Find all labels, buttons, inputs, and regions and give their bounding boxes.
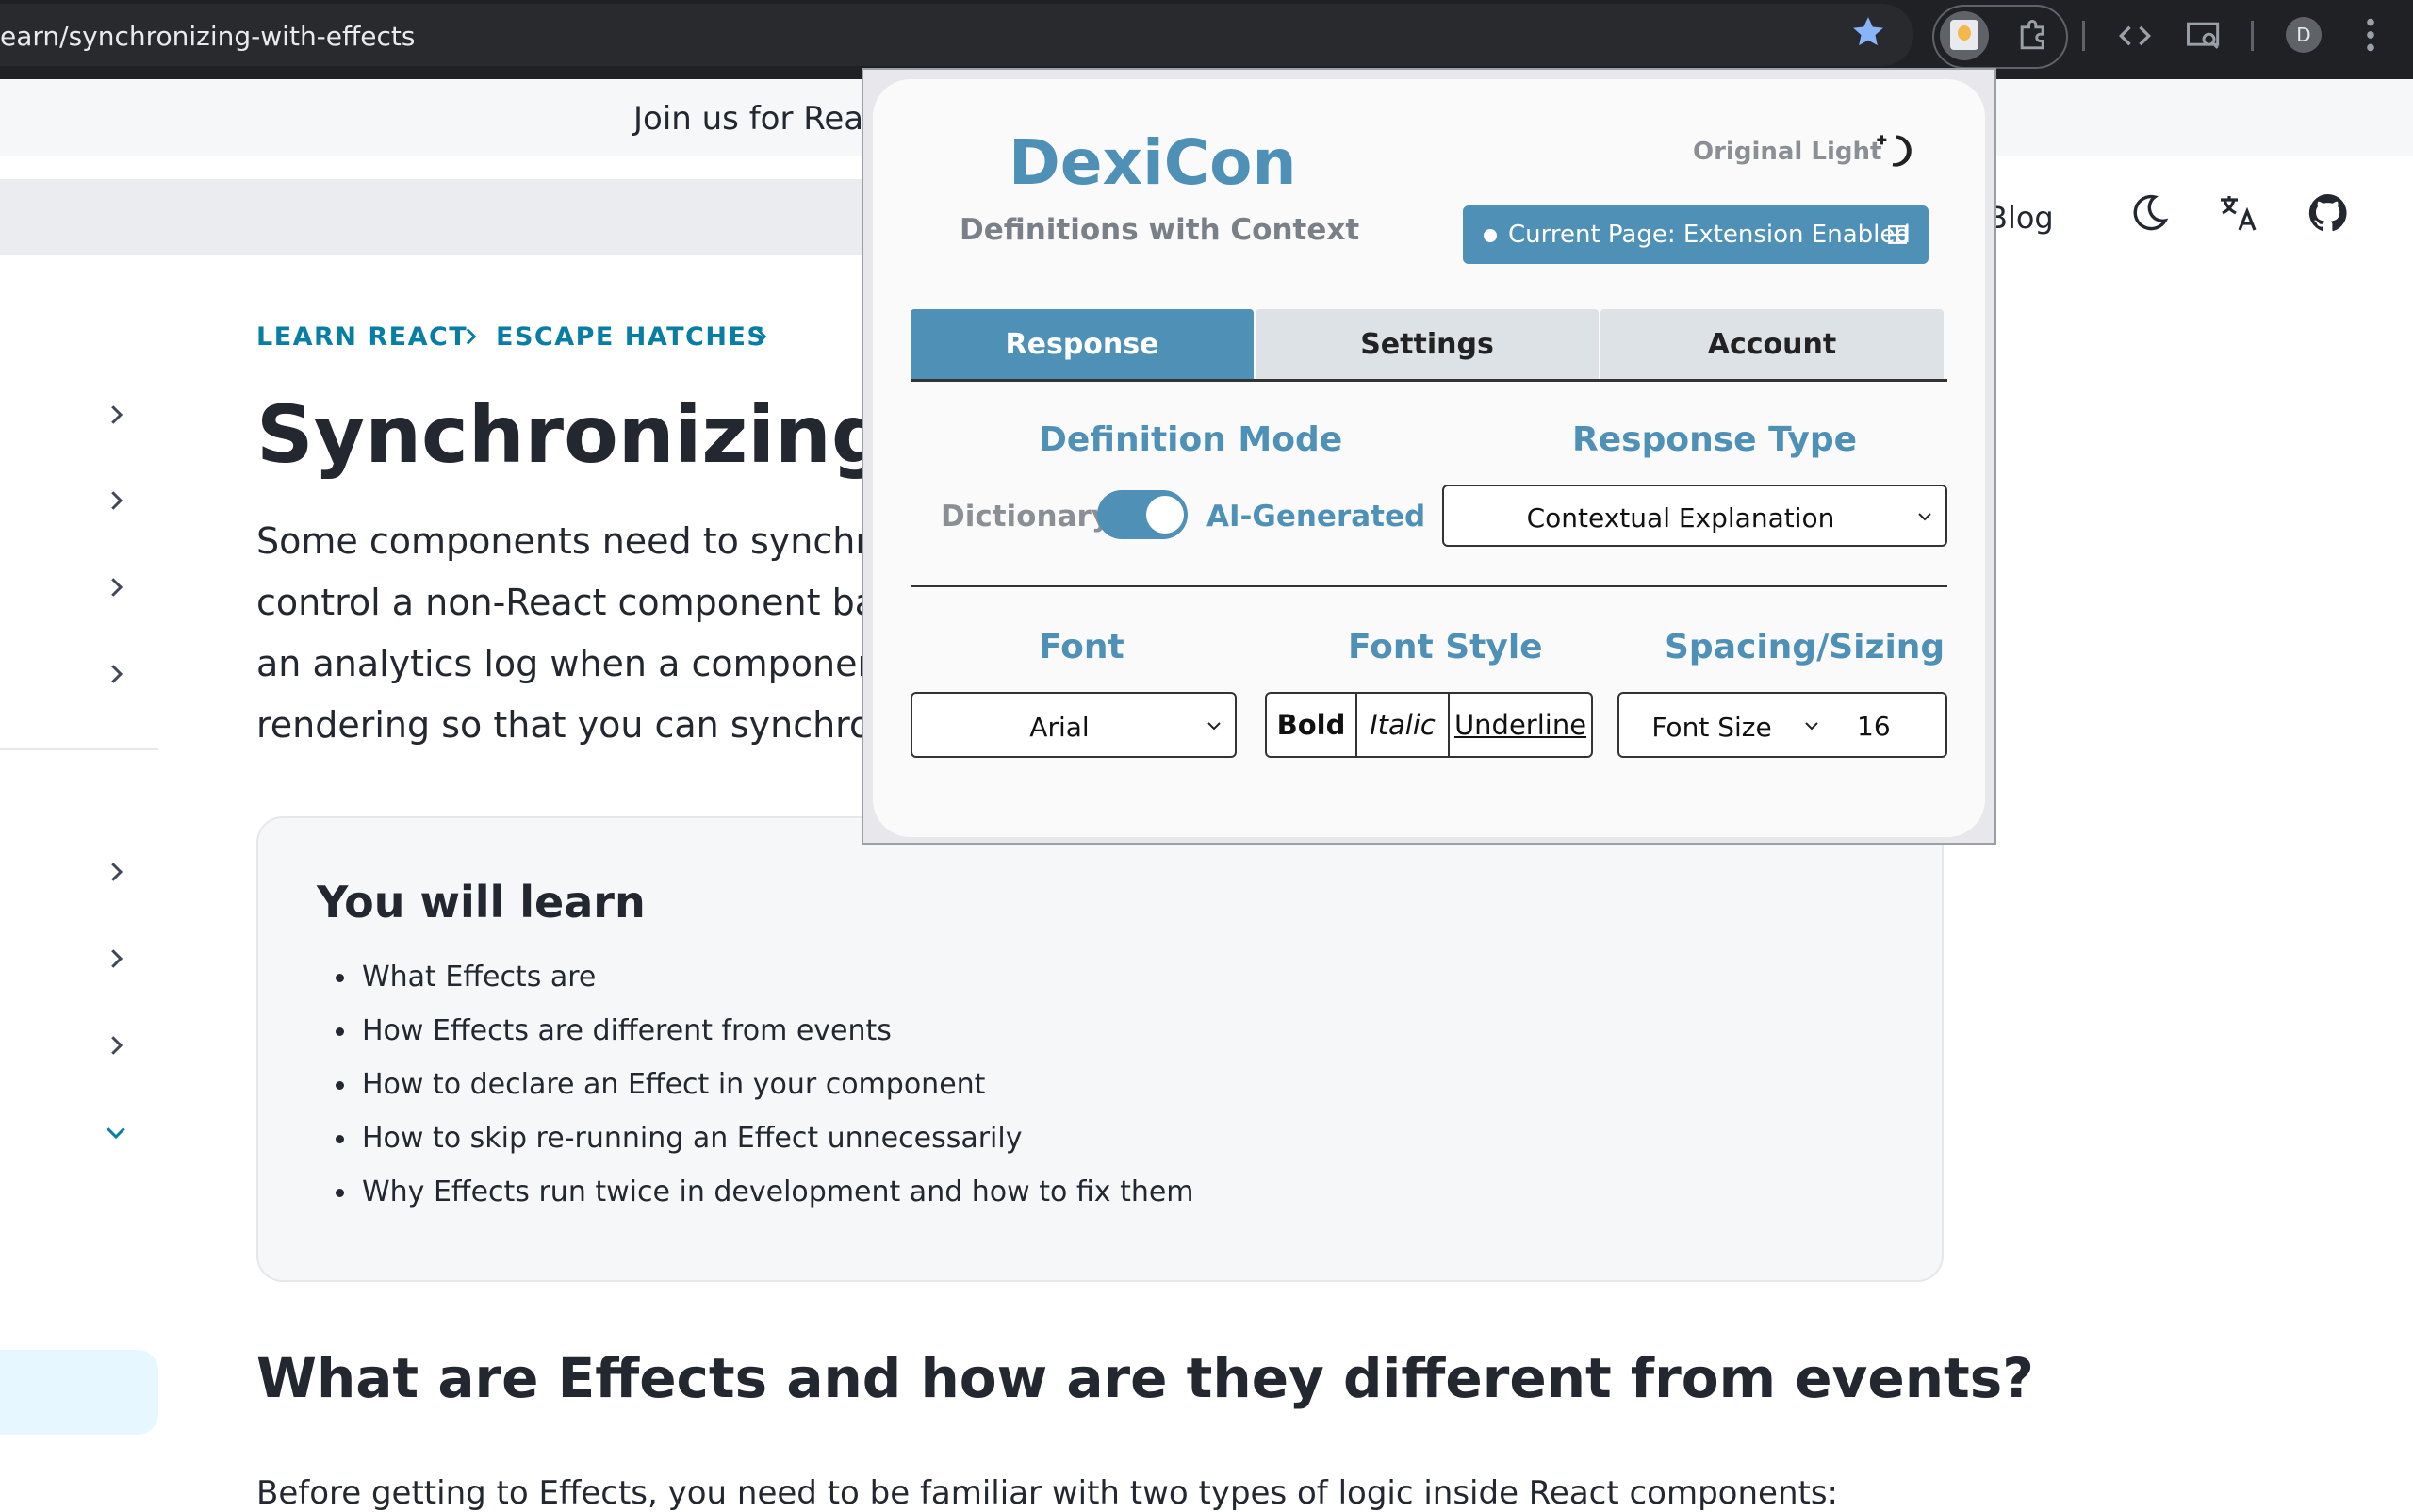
profile-avatar[interactable]: D <box>2286 17 2322 53</box>
breadcrumb-learn-react[interactable]: LEARN REACT <box>256 322 468 352</box>
address-bar[interactable]: earn/synchronizing-with-effects <box>0 4 1913 66</box>
extension-status-button[interactable]: Current Page: Extension Enabled <box>1463 205 1929 264</box>
theme-name-label: Original Light <box>1693 138 1882 166</box>
intro-line: an analytics log when a component <box>256 643 895 684</box>
sidebar-expand-chevron-icon[interactable] <box>102 573 130 601</box>
sidebar-active-item[interactable] <box>0 1350 158 1435</box>
dictionary-label: Dictionary <box>941 500 1110 534</box>
dexicon-tagline: Definitions with Context <box>960 213 1360 247</box>
sidebar-expand-chevron-icon[interactable] <box>102 858 130 886</box>
font-select[interactable]: Arial <box>911 692 1237 758</box>
status-dot-icon <box>1484 229 1497 242</box>
response-type-select[interactable]: Contextual Explanation <box>1442 485 1947 547</box>
learn-list-item: Why Effects run twice in development and… <box>328 1173 1194 1226</box>
toggle-knob <box>1146 496 1184 534</box>
response-type-heading: Response Type <box>1572 420 1858 459</box>
search-bar[interactable] <box>0 179 886 255</box>
sidebar-collapse-chevron-icon[interactable] <box>102 1118 130 1146</box>
toolbar-separator <box>2251 21 2254 51</box>
response-type-value: Contextual Explanation <box>1526 502 1835 534</box>
tab-underline <box>911 379 1947 382</box>
sidebar-expand-chevron-icon[interactable] <box>102 660 130 688</box>
nav-blog-link[interactable]: Blog <box>1987 200 2054 236</box>
sidebar-expand-chevron-icon[interactable] <box>102 401 130 429</box>
dexicon-logo: DexiCon <box>1009 126 1297 199</box>
sidebar-expand-chevron-icon[interactable] <box>102 1031 130 1060</box>
learn-list-item: How Effects are different from events <box>328 1011 1194 1065</box>
breadcrumb-chevron-icon <box>756 328 767 345</box>
sidebar-divider <box>0 748 158 750</box>
learn-list-item: How to skip re-running an Effect unneces… <box>328 1119 1194 1173</box>
url-text[interactable]: earn/synchronizing-with-effects <box>0 21 416 52</box>
spacing-select-value: Font Size <box>1651 712 1772 743</box>
chevron-down-icon <box>1207 722 1221 731</box>
font-heading: Font <box>1039 628 1124 666</box>
learn-list-item: How to declare an Effect in your compone… <box>328 1065 1194 1119</box>
italic-button[interactable]: Italic <box>1357 694 1448 756</box>
font-size-input[interactable]: 16 <box>1832 692 1947 758</box>
chevron-down-icon <box>1805 722 1818 731</box>
breadcrumb-escape-hatches[interactable]: ESCAPE HATCHES <box>496 322 766 352</box>
tab-response[interactable]: Response <box>911 309 1254 381</box>
code-icon[interactable] <box>2114 15 2156 57</box>
learn-list-item: What Effects are <box>328 958 1194 1011</box>
more-menu-icon[interactable] <box>2356 13 2385 57</box>
tab-settings[interactable]: Settings <box>1256 309 1599 381</box>
font-style-group: Bold Italic Underline <box>1265 692 1593 758</box>
tab-account[interactable]: Account <box>1600 309 1944 381</box>
definition-mode-toggle[interactable] <box>1097 490 1188 539</box>
definition-mode-heading: Definition Mode <box>1039 420 1343 459</box>
breadcrumb-chevron-icon <box>466 328 477 345</box>
learn-box-title: You will learn <box>317 877 646 928</box>
toolbar-separator <box>2082 21 2085 51</box>
theme-toggle-icon[interactable] <box>1872 132 1913 170</box>
dark-mode-moon-icon[interactable] <box>2126 190 2172 236</box>
ai-generated-label: AI-Generated <box>1206 500 1426 534</box>
font-size-value: 16 <box>1857 711 1891 742</box>
learn-list: What Effects are How Effects are differe… <box>328 958 1194 1226</box>
chevron-down-icon <box>1918 513 1931 521</box>
banner-text[interactable]: Join us for Rea <box>633 100 863 138</box>
lightbulb-icon[interactable] <box>1950 20 1978 50</box>
intro-line: rendering so that you can synchror <box>256 704 886 746</box>
spacing-sizing-heading: Spacing/Sizing <box>1665 628 1945 666</box>
underline-button[interactable]: Underline <box>1450 694 1591 756</box>
intro-line: Some components need to synchr <box>256 520 870 562</box>
grid-icon <box>1888 225 1907 244</box>
section-heading: What are Effects and how are they differ… <box>256 1346 2034 1410</box>
github-icon[interactable] <box>2306 190 2351 236</box>
font-value: Arial <box>1029 712 1090 743</box>
bold-button[interactable]: Bold <box>1267 694 1355 756</box>
puzzle-icon[interactable] <box>2013 15 2055 57</box>
translate-icon[interactable] <box>2215 190 2260 236</box>
font-style-heading: Font Style <box>1348 628 1543 666</box>
sidebar-expand-chevron-icon[interactable] <box>102 486 130 515</box>
intro-line: control a non-React component ba <box>256 582 877 623</box>
status-label: Current Page: Extension Enabled <box>1508 221 1911 249</box>
section-divider <box>911 585 1947 587</box>
bookmark-star-icon[interactable] <box>1849 13 1887 51</box>
cast-search-icon[interactable] <box>2183 15 2224 57</box>
body-paragraph: Before getting to Effects, you need to b… <box>256 1474 1839 1512</box>
sidebar-expand-chevron-icon[interactable] <box>102 945 130 973</box>
spacing-select[interactable]: Font Size <box>1617 692 1834 758</box>
